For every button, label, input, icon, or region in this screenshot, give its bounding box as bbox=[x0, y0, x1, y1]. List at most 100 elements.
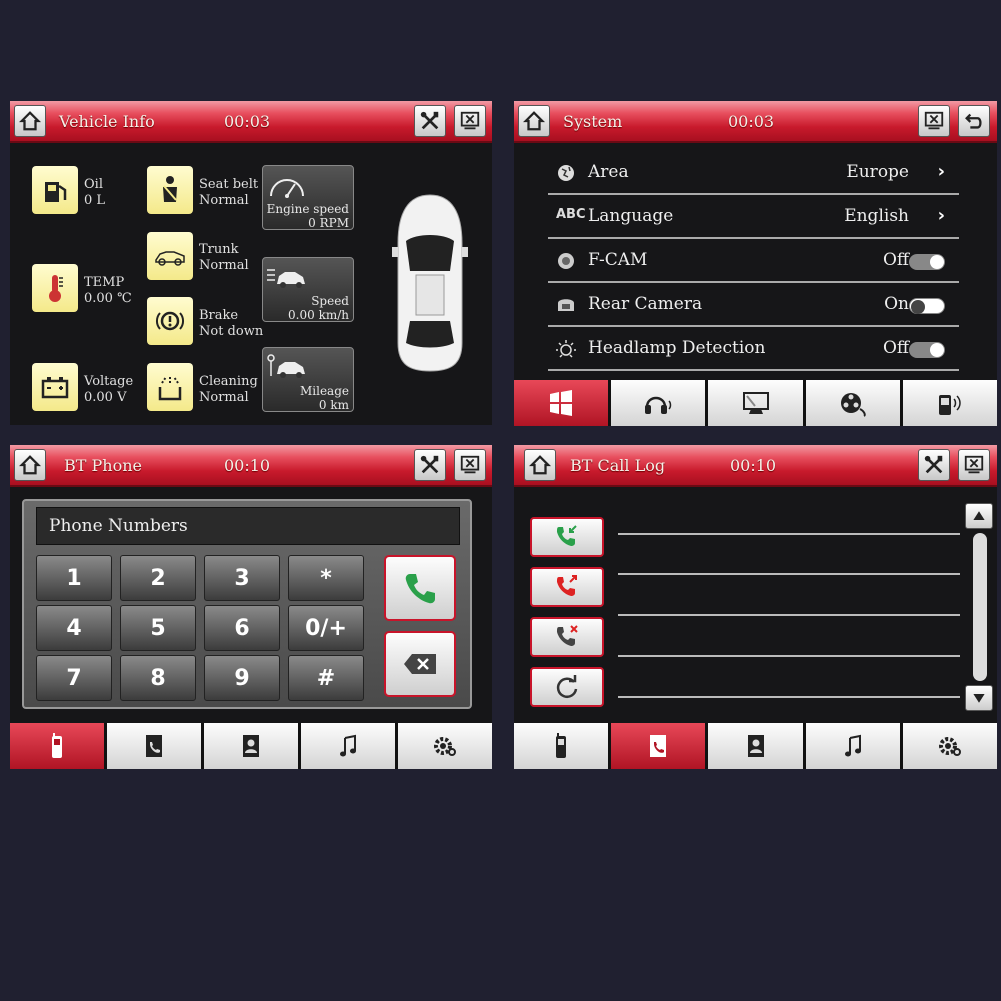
tab-phonebook[interactable] bbox=[107, 723, 201, 769]
key-9[interactable]: 9 bbox=[204, 655, 280, 701]
setting-label: Headlamp Detection bbox=[588, 338, 766, 358]
call-log-entry[interactable] bbox=[618, 655, 960, 657]
tab-contacts[interactable] bbox=[708, 723, 803, 769]
call-log-entry[interactable] bbox=[618, 696, 960, 698]
received-calls-button[interactable] bbox=[530, 517, 604, 557]
seatbelt-icon bbox=[147, 166, 193, 214]
key-4[interactable]: 4 bbox=[36, 605, 112, 651]
key-3[interactable]: 3 bbox=[204, 555, 280, 601]
close-screen-button[interactable] bbox=[918, 105, 950, 137]
refresh-icon bbox=[556, 675, 578, 698]
home-button[interactable] bbox=[518, 105, 550, 137]
setting-row-language[interactable]: ABC Language English › bbox=[548, 195, 959, 239]
tab-phonebook[interactable] bbox=[611, 723, 706, 769]
speedometer-icon bbox=[270, 179, 304, 198]
close-screen-button[interactable] bbox=[958, 449, 990, 481]
speed-value: 0.00 km/h bbox=[288, 308, 349, 322]
tab-music[interactable] bbox=[301, 723, 395, 769]
scrollbar-track[interactable] bbox=[973, 533, 987, 681]
dialed-call-icon bbox=[557, 575, 577, 596]
voltage-label: Voltage bbox=[84, 374, 134, 389]
refresh-button[interactable] bbox=[530, 667, 604, 707]
tab-display[interactable] bbox=[708, 380, 803, 426]
tab-dialpad[interactable] bbox=[10, 723, 104, 769]
tab-settings[interactable] bbox=[398, 723, 492, 769]
tools-button[interactable] bbox=[918, 449, 950, 481]
system-tab-bar bbox=[514, 380, 997, 426]
washer-fluid-icon bbox=[147, 363, 193, 411]
setting-value: Off bbox=[882, 338, 909, 358]
key-2[interactable]: 2 bbox=[120, 555, 196, 601]
tab-windows[interactable] bbox=[514, 380, 609, 426]
tools-button[interactable] bbox=[414, 449, 446, 481]
tab-contacts[interactable] bbox=[204, 723, 298, 769]
page-title: BT Call Log bbox=[570, 456, 666, 475]
call-button[interactable] bbox=[384, 555, 456, 621]
close-screen-button[interactable] bbox=[454, 449, 486, 481]
bt-phone-header: BT Phone 00:10 bbox=[10, 445, 492, 487]
tools-icon bbox=[924, 455, 943, 474]
trunk-label: Trunk bbox=[199, 242, 239, 257]
tab-settings[interactable] bbox=[902, 723, 997, 769]
key-star[interactable]: * bbox=[288, 555, 364, 601]
home-button[interactable] bbox=[14, 449, 46, 481]
cleaning-value: Normal bbox=[199, 390, 249, 405]
back-button[interactable] bbox=[958, 105, 990, 137]
mileage-value: 0 km bbox=[318, 398, 349, 412]
close-screen-icon bbox=[460, 455, 480, 474]
system-panel: System 00:03 Area Europe › ABC Language … bbox=[514, 101, 997, 426]
page-title: Vehicle Info bbox=[59, 112, 155, 131]
setting-row-rear-camera: Rear Camera On bbox=[548, 283, 959, 327]
close-screen-button[interactable] bbox=[454, 105, 486, 137]
clock: 00:10 bbox=[224, 456, 271, 475]
phone-number-input[interactable]: Phone Numbers bbox=[36, 507, 460, 545]
setting-row-area[interactable]: Area Europe › bbox=[548, 151, 959, 195]
triangle-down-icon bbox=[973, 694, 985, 703]
brake-value: Not down bbox=[199, 324, 264, 339]
key-6[interactable]: 6 bbox=[204, 605, 280, 651]
engine-speed-label: Engine speed bbox=[266, 202, 349, 216]
close-screen-icon bbox=[924, 111, 944, 130]
setting-value: English bbox=[844, 206, 909, 226]
key-hash[interactable]: # bbox=[288, 655, 364, 701]
battery-icon bbox=[32, 363, 78, 411]
bt-call-log-tab-bar bbox=[514, 723, 997, 769]
speed-label: Speed bbox=[311, 294, 349, 308]
rear-camera-toggle[interactable] bbox=[909, 298, 945, 314]
key-7[interactable]: 7 bbox=[36, 655, 112, 701]
tab-dialpad[interactable] bbox=[514, 723, 609, 769]
dialed-calls-button[interactable] bbox=[530, 567, 604, 607]
key-8[interactable]: 8 bbox=[120, 655, 196, 701]
setting-row-fcam: F-CAM Off bbox=[548, 239, 959, 283]
setting-label: Area bbox=[588, 162, 629, 182]
key-5[interactable]: 5 bbox=[120, 605, 196, 651]
scroll-up-button[interactable] bbox=[965, 503, 993, 529]
setting-value: Europe bbox=[846, 162, 909, 182]
key-zero-plus[interactable]: 0/+ bbox=[288, 605, 364, 651]
rear-camera-icon bbox=[556, 295, 580, 315]
tab-music[interactable] bbox=[805, 723, 900, 769]
backspace-button[interactable] bbox=[384, 631, 456, 697]
call-log-entry[interactable] bbox=[618, 573, 960, 575]
headlamp-detection-toggle[interactable] bbox=[909, 342, 945, 358]
call-log-entry[interactable] bbox=[618, 533, 960, 535]
scroll-down-button[interactable] bbox=[965, 685, 993, 711]
seatbelt-value: Normal bbox=[199, 193, 249, 208]
setting-label: Language bbox=[588, 206, 674, 226]
headphones-icon bbox=[645, 396, 672, 414]
home-button[interactable] bbox=[14, 105, 46, 137]
fcam-toggle[interactable] bbox=[909, 254, 945, 270]
missed-calls-button[interactable] bbox=[530, 617, 604, 657]
trunk-icon bbox=[147, 232, 193, 280]
call-log-entry[interactable] bbox=[618, 614, 960, 616]
bt-call-log-header: BT Call Log 00:10 bbox=[514, 445, 997, 487]
brake-icon bbox=[147, 297, 193, 345]
tab-video[interactable] bbox=[805, 380, 900, 426]
tab-phone-audio[interactable] bbox=[902, 380, 997, 426]
mobile-phone-icon bbox=[556, 733, 567, 758]
missed-call-icon bbox=[557, 625, 578, 646]
key-1[interactable]: 1 bbox=[36, 555, 112, 601]
tab-audio[interactable] bbox=[611, 380, 706, 426]
tools-button[interactable] bbox=[414, 105, 446, 137]
home-button[interactable] bbox=[524, 449, 556, 481]
